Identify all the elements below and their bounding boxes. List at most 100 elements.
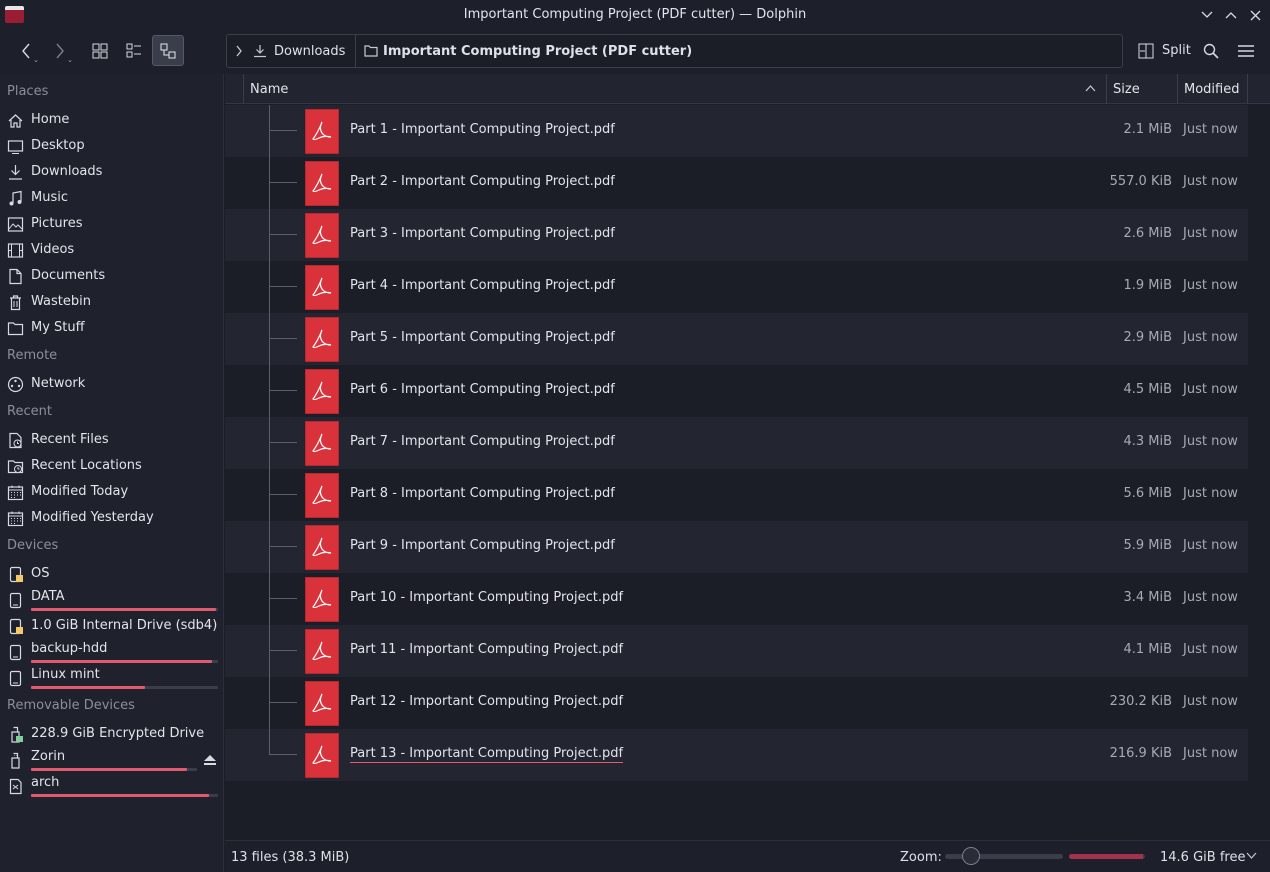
modified-column-header[interactable]: Modified [1178, 74, 1248, 104]
sidebar-item-label: Recent Files [31, 432, 109, 447]
icons-view-button[interactable] [84, 35, 116, 66]
breadcrumb-expand-chevron-icon[interactable] [235, 45, 243, 57]
file-row[interactable]: Part 6 - Important Computing Project.pdf… [225, 365, 1248, 417]
name-column-header[interactable]: Name [244, 74, 1106, 104]
file-row[interactable]: Part 12 - Important Computing Project.pd… [225, 677, 1248, 729]
location-breadcrumb[interactable]: Downloads Important Computing Project (P… [226, 34, 1123, 68]
file-size: 3.4 MiB [1123, 590, 1172, 605]
file-modified: Just now [1183, 174, 1238, 189]
maximize-icon[interactable] [1221, 5, 1241, 25]
sidebar-item-wastebin[interactable]: Wastebin [0, 289, 222, 315]
sidebar-item-network[interactable]: Network [0, 371, 222, 397]
file-name: Part 10 - Important Computing Project.pd… [350, 590, 624, 605]
forward-button[interactable]: ⌄ [44, 35, 76, 66]
tree-branch-line [270, 234, 297, 235]
sidebar-item-zorin[interactable]: Zorin [0, 747, 222, 773]
file-row[interactable]: Part 8 - Important Computing Project.pdf… [225, 469, 1248, 521]
folder-summary: 13 files (38.3 MiB) [231, 850, 350, 865]
file-name: Part 9 - Important Computing Project.pdf [350, 538, 615, 553]
eject-icon[interactable] [203, 754, 217, 766]
file-modified: Just now [1183, 434, 1238, 449]
sidebar-item-label: 1.0 GiB Internal Drive (sdb4) [31, 618, 218, 633]
sidebar-item-label: Pictures [31, 216, 83, 231]
sidebar-item-backup-hdd[interactable]: backup-hdd [0, 639, 222, 665]
split-button[interactable]: Split [1132, 35, 1197, 66]
sidebar-item-videos[interactable]: Videos [0, 237, 222, 263]
sidebar-item-label: backup-hdd [31, 641, 108, 656]
file-row[interactable]: Part 13 - Important Computing Project.pd… [225, 729, 1248, 781]
file-size: 230.2 KiB [1109, 694, 1172, 709]
back-arrow-icon [22, 43, 30, 58]
sidebar-item-recent-locations[interactable]: Recent Locations [0, 453, 222, 479]
sidebar-item-music[interactable]: Music [0, 185, 222, 211]
close-icon[interactable] [1245, 5, 1265, 25]
toolbar: ⌄ ⌄ Downloads Important Computing Projec… [0, 30, 1270, 74]
file-row[interactable]: Part 7 - Important Computing Project.pdf… [225, 417, 1248, 469]
file-modified: Just now [1183, 382, 1238, 397]
file-row[interactable]: Part 4 - Important Computing Project.pdf… [225, 261, 1248, 313]
sidebar-item-downloads[interactable]: Downloads [0, 159, 222, 185]
capacity-fill [31, 608, 216, 611]
drive-icon [9, 592, 22, 609]
videos-icon [7, 243, 24, 258]
pdf-file-icon [305, 265, 339, 310]
file-row[interactable]: Part 5 - Important Computing Project.pdf… [225, 313, 1248, 365]
sidebar-section-places[interactable]: Places [7, 84, 48, 99]
sidebar-item-data[interactable]: DATA [0, 587, 222, 613]
sidebar-item-linux-mint[interactable]: Linux mint [0, 665, 222, 691]
compact-view-button[interactable] [118, 35, 150, 66]
sidebar-item-documents[interactable]: Documents [0, 263, 222, 289]
back-history-chevron-icon[interactable]: ⌄ [33, 56, 39, 64]
file-row[interactable]: Part 10 - Important Computing Project.pd… [225, 573, 1248, 625]
sidebar-item-label: Desktop [31, 138, 85, 153]
file-row[interactable]: Part 1 - Important Computing Project.pdf… [225, 105, 1248, 157]
hamburger-menu-button[interactable] [1231, 35, 1261, 66]
free-space-label[interactable]: 14.6 GiB free [1160, 850, 1245, 865]
download-icon [9, 165, 22, 180]
file-row[interactable]: Part 3 - Important Computing Project.pdf… [225, 209, 1248, 261]
sidebar-item-arch[interactable]: arch [0, 773, 222, 799]
file-row[interactable]: Part 11 - Important Computing Project.pd… [225, 625, 1248, 677]
file-row[interactable]: Part 2 - Important Computing Project.pdf… [225, 157, 1248, 209]
free-space-dropdown-chevron-icon[interactable] [1246, 852, 1257, 859]
breadcrumb-current-label: Important Computing Project (PDF cutter) [383, 43, 693, 59]
sidebar-item-recent-files[interactable]: Recent Files [0, 427, 222, 453]
search-icon [1203, 43, 1219, 59]
tree-branch-line [270, 754, 297, 755]
details-view-button[interactable] [152, 35, 184, 66]
sidebar-section-remote[interactable]: Remote [7, 348, 57, 363]
sidebar-item-1-0-gib-internal-drive-sdb4-[interactable]: 1.0 GiB Internal Drive (sdb4) [0, 613, 222, 639]
breadcrumb-downloads[interactable]: Downloads [253, 35, 345, 67]
sidebar-section-devices[interactable]: Devices [7, 538, 58, 553]
sidebar-item-modified-today[interactable]: Modified Today [0, 479, 222, 505]
file-modified: Just now [1183, 538, 1238, 553]
back-button[interactable]: ⌄ [10, 35, 42, 66]
search-button[interactable] [1196, 35, 1226, 66]
file-modified: Just now [1183, 486, 1238, 501]
forward-history-chevron-icon[interactable]: ⌄ [67, 56, 73, 64]
sidebar-item-home[interactable]: Home [0, 107, 222, 133]
sidebar-item-desktop[interactable]: Desktop [0, 133, 222, 159]
pdf-file-icon [305, 733, 339, 778]
sidebar-item-my-stuff[interactable]: My Stuff [0, 315, 222, 341]
sidebar-section-recent[interactable]: Recent [7, 404, 52, 419]
sidebar-item-228-9-gib-encrypted-drive[interactable]: 228.9 GiB Encrypted Drive [0, 721, 222, 747]
header-separator [1247, 74, 1248, 104]
sidebar-item-label: Linux mint [31, 667, 100, 682]
breadcrumb-separator [355, 35, 356, 67]
sidebar-item-pictures[interactable]: Pictures [0, 211, 222, 237]
sidebar-item-label: Home [31, 112, 70, 127]
file-modified: Just now [1183, 226, 1238, 241]
file-row[interactable]: Part 9 - Important Computing Project.pdf… [225, 521, 1248, 573]
file-modified: Just now [1183, 278, 1238, 293]
sidebar-section-removable-devices[interactable]: Removable Devices [7, 698, 135, 713]
minimize-icon[interactable] [1197, 5, 1217, 25]
sidebar-item-modified-yesterday[interactable]: Modified Yesterday [0, 505, 222, 531]
capacity-bar [31, 768, 197, 771]
sidebar-item-os[interactable]: OS [0, 561, 222, 587]
zoom-slider-handle[interactable] [962, 847, 980, 865]
drive-icon [9, 670, 22, 687]
breadcrumb-current-folder[interactable]: Important Computing Project (PDF cutter) [364, 35, 692, 67]
capacity-bar [31, 794, 218, 797]
size-column-header[interactable]: Size [1107, 74, 1177, 104]
